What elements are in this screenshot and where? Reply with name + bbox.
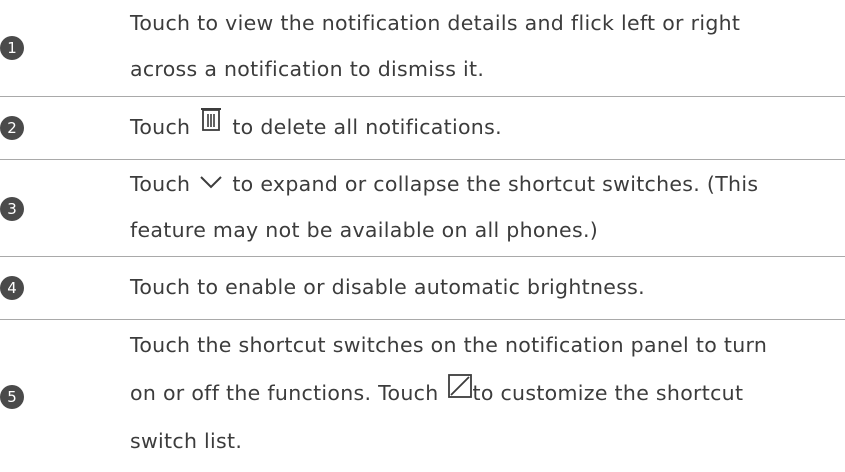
list-item: 2 Touch to delete all notifications.	[0, 97, 845, 159]
description-text: to expand or collapse the shortcut switc…	[232, 172, 759, 196]
item-description: Touch to delete all notifications.	[130, 104, 842, 150]
number-badge: 1	[0, 36, 24, 60]
item-description: Touch the shortcut switches on the notif…	[130, 321, 842, 465]
chevron-down-icon	[200, 159, 223, 205]
item-description: Touch to view the notification details a…	[130, 0, 842, 92]
description-line: on or off the functions. Touch to custom…	[130, 369, 842, 417]
number-badge: 4	[0, 276, 24, 300]
description-line: Touch to enable or disable automatic bri…	[130, 275, 645, 299]
description-text: to customize the shortcut	[472, 381, 744, 405]
number-badge: 5	[0, 385, 24, 409]
description-line: Touch to expand or collapse the shortcut…	[130, 161, 842, 207]
list-item: 3 Touch to expand or collapse the shortc…	[0, 160, 845, 256]
description-line: Touch to delete all notifications.	[130, 104, 842, 150]
description-line: across a notification to dismiss it.	[130, 57, 485, 81]
item-description: Touch to expand or collapse the shortcut…	[130, 161, 842, 253]
trash-icon	[200, 102, 222, 148]
description-line: feature may not be available on all phon…	[130, 218, 599, 242]
list-item: 5 Touch the shortcut switches on the not…	[0, 320, 845, 472]
description-text: Touch	[130, 172, 191, 196]
item-description: Touch to enable or disable automatic bri…	[130, 264, 842, 310]
list-item: 1 Touch to view the notification details…	[0, 0, 845, 96]
description-line: Touch to view the notification details a…	[130, 11, 741, 35]
description-line: switch list.	[130, 429, 243, 453]
description-text: on or off the functions. Touch	[130, 381, 439, 405]
description-text: Touch	[130, 115, 191, 139]
edit-icon	[448, 367, 473, 415]
description-text: to delete all notifications.	[232, 115, 502, 139]
number-badge: 2	[0, 116, 24, 140]
number-badge: 3	[0, 197, 24, 221]
list-item: 4 Touch to enable or disable automatic b…	[0, 257, 845, 319]
description-line: Touch the shortcut switches on the notif…	[130, 333, 768, 357]
